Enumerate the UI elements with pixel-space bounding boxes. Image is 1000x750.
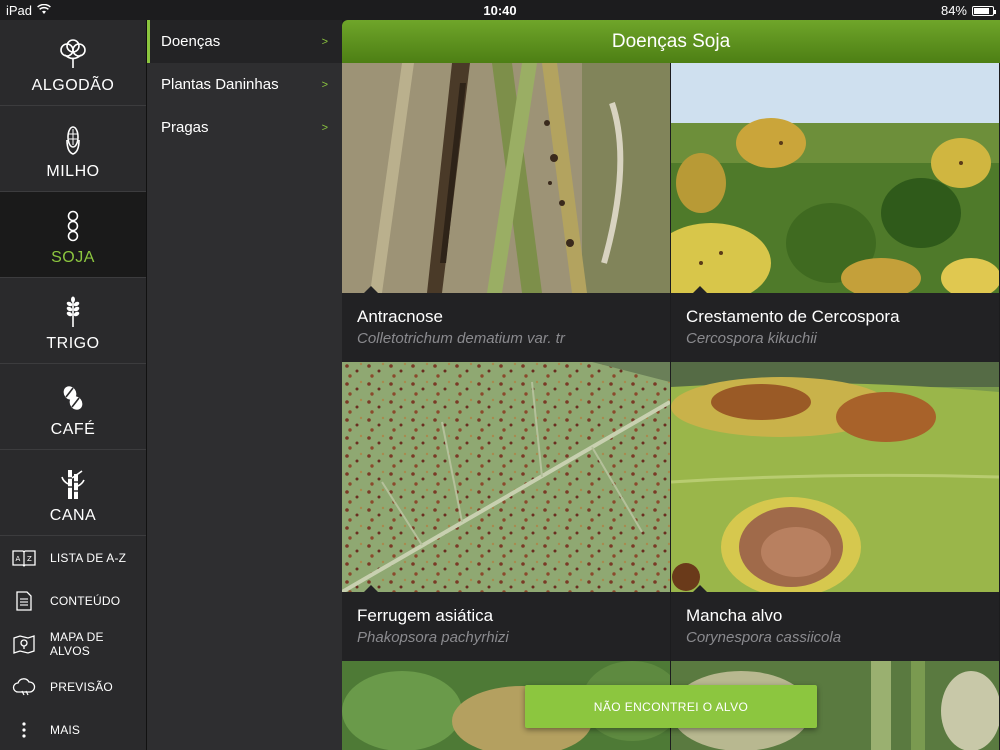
svg-text:A: A [16, 555, 21, 563]
soybean-icon [56, 209, 90, 243]
disease-card-ferrugem-asiatica[interactable]: Ferrugem asiática Phakopsora pachyrhizi [342, 362, 670, 661]
submenu-label: Doenças [161, 33, 221, 50]
svg-text:Z: Z [27, 555, 32, 563]
tool-mais[interactable]: MAIS [0, 708, 146, 750]
disease-card-mancha-alvo[interactable]: Mancha alvo Corynespora cassiicola [671, 362, 999, 661]
document-icon [11, 590, 37, 611]
disease-name: Antracnose [357, 307, 443, 326]
corn-icon [56, 123, 90, 157]
submenu-item-plantas-daninhas[interactable]: Plantas Daninhas > [147, 63, 342, 106]
disease-photo [342, 63, 670, 293]
disease-photo [671, 63, 999, 293]
cloud-icon [11, 677, 37, 696]
disease-card-antracnose[interactable]: Antracnose Colletotrichum dematium var. … [342, 63, 670, 362]
az-book-icon: AZ [11, 549, 37, 567]
battery-percent: 84% [940, 3, 967, 18]
crop-label: MILHO [46, 163, 100, 180]
disease-scientific-name: Cercospora kikuchii [686, 330, 817, 347]
submenu-item-pragas[interactable]: Pragas > [147, 106, 342, 149]
disease-name: Mancha alvo [686, 606, 783, 625]
crop-label: CANA [49, 507, 97, 524]
chevron-right-icon: > [321, 35, 328, 48]
disease-photo [342, 362, 670, 592]
disease-grid-panel: Doenças Soja Antracnose Colletotrichum d… [342, 20, 1000, 750]
disease-name: Ferrugem asiática [357, 606, 494, 625]
tool-label: PREVISÃO [50, 679, 113, 694]
crop-sidebar: ALGODÃO MILHO SOJA TRIGO CAFÉ CANA AZ LI… [0, 20, 147, 750]
tool-label: MAPA DE ALVOS [49, 629, 104, 658]
status-time: 10:40 [483, 3, 517, 18]
disease-scientific-name: Colletotrichum dematium var. tr [357, 330, 565, 347]
crop-item-soja[interactable]: SOJA [0, 192, 146, 278]
crop-item-cafe[interactable]: CAFÉ [0, 364, 146, 450]
cotton-icon [56, 37, 90, 71]
battery-icon [972, 5, 996, 16]
tool-conteudo[interactable]: CONTEÚDO [0, 579, 146, 622]
tool-previsao[interactable]: PREVISÃO [0, 665, 146, 708]
tool-label: MAIS [50, 722, 81, 737]
submenu-label: Plantas Daninhas [161, 76, 279, 93]
submenu-item-doencas[interactable]: Doenças > [147, 20, 342, 63]
tool-label: CONTEÚDO [50, 593, 121, 608]
crop-label: ALGODÃO [31, 77, 115, 94]
crop-label: TRIGO [46, 335, 100, 352]
disease-name: Crestamento de Cercospora [686, 307, 900, 326]
disease-scientific-name: Phakopsora pachyrhizi [357, 629, 509, 646]
coffee-bean-icon [56, 381, 90, 415]
wheat-icon [56, 295, 90, 329]
tool-label: LISTA DE A-Z [50, 550, 127, 565]
crop-item-milho[interactable]: MILHO [0, 106, 146, 192]
disease-card-crestamento-de-cercospora[interactable]: Crestamento de Cercospora Cercospora kik… [671, 63, 999, 362]
disease-scientific-name: Corynespora cassiicola [686, 629, 842, 646]
chevron-right-icon: > [321, 121, 328, 134]
tool-mapa-alvos[interactable]: MAPA DE ALVOS [0, 622, 146, 665]
disease-photo [671, 362, 999, 592]
more-vertical-icon [11, 721, 37, 738]
page-title: Doenças Soja [342, 20, 1000, 63]
status-bar: iPad 10:40 84% [0, 0, 1000, 20]
crop-item-trigo[interactable]: TRIGO [0, 278, 146, 364]
map-pin-icon [11, 634, 37, 654]
crop-item-algodao[interactable]: ALGODÃO [0, 20, 146, 106]
category-submenu: Doenças > Plantas Daninhas > Pragas > [147, 20, 342, 750]
submenu-label: Pragas [161, 119, 209, 136]
crop-label: SOJA [51, 249, 95, 266]
crop-label: CAFÉ [50, 421, 96, 438]
sugarcane-icon [56, 467, 90, 501]
crop-item-cana[interactable]: CANA [0, 450, 146, 536]
target-not-found-button[interactable]: NÃO ENCONTREI O ALVO [525, 685, 817, 728]
chevron-right-icon: > [321, 78, 328, 91]
tool-lista-az[interactable]: AZ LISTA DE A-Z [0, 536, 146, 579]
